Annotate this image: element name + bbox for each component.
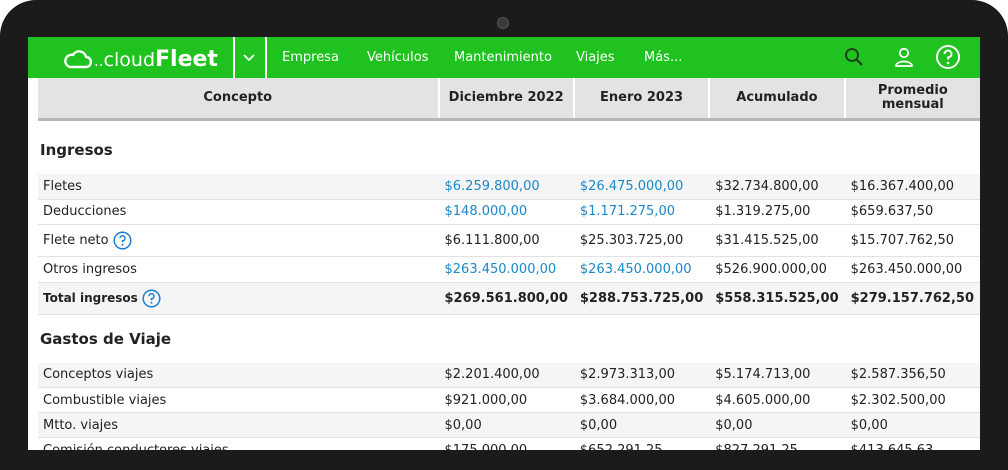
row-value: $413.645,63 [844, 437, 980, 450]
help-icon[interactable] [142, 288, 161, 308]
row-value: $263.450.000,00 [844, 256, 980, 283]
user-icon[interactable] [892, 45, 916, 69]
nav-separator-left [233, 37, 235, 78]
row-value-link[interactable]: $1.171.275,00 [573, 199, 710, 225]
row-value: $2.201.400,00 [438, 362, 574, 388]
row-value: $5.174.713,00 [709, 362, 845, 388]
row-value: $558.315.525,00 [709, 282, 845, 315]
col-header-promedio-mensual: Promedio mensual [844, 78, 980, 121]
col-header-acumulado: Acumulado [709, 78, 846, 121]
row-label-cell: Flete neto [38, 224, 439, 257]
logo-dots: .. [94, 52, 104, 70]
row-value: $4.605.000,00 [709, 387, 845, 413]
row-value: $526.900.000,00 [709, 256, 845, 283]
row-value: $1.319.275,00 [709, 199, 845, 225]
row-label: Conceptos viajes [38, 362, 439, 388]
row-value: $3.684.000,00 [573, 387, 710, 413]
row-value: $279.157.762,50 [844, 282, 980, 315]
row-value: $0,00 [709, 412, 845, 438]
row-value-link[interactable]: $263.450.000,00 [573, 256, 710, 283]
row-value: $25.303.725,00 [573, 224, 710, 257]
row-label: Combustible viajes [38, 387, 439, 413]
row-label: Total ingresos [43, 290, 138, 305]
row-value: $15.707.762,50 [844, 224, 980, 257]
top-nav-bar: .. cloud Fleet Empresa Vehículos Manteni… [28, 37, 980, 78]
nav-menu: Empresa [282, 37, 339, 78]
table-row: Mtto. viajes $0,00 $0,00 $0,00 $0,00 [38, 412, 980, 438]
nav-menu-2: Vehículos [367, 37, 428, 78]
row-value-link[interactable]: $26.475.000,00 [573, 174, 710, 200]
logo-cloud-text: cloud [103, 49, 155, 71]
table-row: Combustible viajes $921.000,00 $3.684.00… [38, 387, 980, 413]
app-screen: .. cloud Fleet Empresa Vehículos Manteni… [28, 37, 980, 450]
help-icon[interactable] [935, 44, 961, 70]
section-row: Gastos de Viaje [38, 314, 980, 363]
row-value: $921.000,00 [438, 387, 574, 413]
row-value: $0,00 [438, 412, 574, 438]
nav-separator-right [265, 37, 267, 78]
row-label: Comisión conductores viajes [38, 437, 439, 450]
col-header-concepto: Concepto [38, 78, 440, 121]
col-header-enero-2023: Enero 2023 [573, 78, 711, 121]
row-value: $269.561.800,00 [438, 282, 574, 315]
row-label: Mtto. viajes [38, 412, 439, 438]
row-value: $2.587.356,50 [844, 362, 980, 388]
row-label: Fletes [38, 174, 439, 200]
section-row: Ingresos [38, 120, 980, 175]
logo-fleet-text: Fleet [155, 46, 218, 72]
row-value: $652.291,25 [573, 437, 710, 450]
nav-item-vehiculos[interactable]: Vehículos [367, 50, 428, 65]
table-row: Deducciones $148.000,00 $1.171.275,00 $1… [38, 199, 980, 225]
cloud-logo-icon [64, 50, 92, 69]
row-value: $32.734.800,00 [709, 174, 845, 200]
row-label: Deducciones [38, 199, 439, 225]
section-title-gastos-de-viaje: Gastos de Viaje [40, 329, 172, 348]
table-row: Flete neto $6.111.800,00 $25.303.725,00 … [38, 224, 980, 257]
row-value: $2.973.313,00 [573, 362, 710, 388]
row-value: $6.111.800,00 [438, 224, 574, 257]
nav-item-viajes[interactable]: Viajes [576, 50, 615, 65]
row-value: $288.753.725,00 [573, 282, 710, 315]
nav-menu-5: Más... [644, 37, 682, 78]
nav-menu-4: Viajes [576, 37, 615, 78]
camera-dot [497, 17, 509, 29]
chevron-down-icon[interactable] [241, 50, 257, 66]
row-label: Otros ingresos [38, 256, 439, 283]
nav-item-mantenimiento[interactable]: Mantenimiento [454, 50, 552, 65]
nav-menu-3: Mantenimiento [454, 37, 552, 78]
table-row: Otros ingresos $263.450.000,00 $263.450.… [38, 256, 980, 283]
row-value-link[interactable]: $148.000,00 [438, 199, 574, 225]
table-row: Comisión conductores viajes $175.000,00 … [38, 437, 980, 450]
row-value: $175.000,00 [438, 437, 574, 450]
row-value-link[interactable]: $263.450.000,00 [438, 256, 574, 283]
row-value: $31.415.525,00 [709, 224, 845, 257]
row-value: $0,00 [573, 412, 710, 438]
row-value: $827.291,25 [709, 437, 845, 450]
row-value: $659.637,50 [844, 199, 980, 225]
cloudfleet-logo[interactable]: .. cloud Fleet [64, 43, 218, 73]
table-row: Conceptos viajes $2.201.400,00 $2.973.31… [38, 362, 980, 388]
row-value: $16.367.400,00 [844, 174, 980, 200]
help-icon[interactable] [113, 230, 132, 250]
search-icon[interactable] [842, 45, 866, 69]
table-header-row: Concepto Diciembre 2022 Enero 2023 Acumu… [38, 78, 980, 121]
section-title-ingresos: Ingresos [40, 141, 113, 159]
financial-report-table: Concepto Diciembre 2022 Enero 2023 Acumu… [38, 78, 980, 450]
row-label: Flete neto [43, 232, 109, 248]
row-label-cell: Total ingresos [38, 282, 439, 315]
table-row: Fletes $6.259.800,00 $26.475.000,00 $32.… [38, 174, 980, 200]
nav-item-empresa[interactable]: Empresa [282, 50, 339, 65]
row-value: $0,00 [844, 412, 980, 438]
total-row: Total ingresos $269.561.800,00 $288.753.… [38, 282, 980, 315]
col-header-diciembre-2022: Diciembre 2022 [438, 78, 575, 121]
device-frame: .. cloud Fleet Empresa Vehículos Manteni… [0, 0, 1008, 470]
row-value-link[interactable]: $6.259.800,00 [438, 174, 574, 200]
nav-item-mas[interactable]: Más... [644, 50, 682, 65]
row-value: $2.302.500,00 [844, 387, 980, 413]
